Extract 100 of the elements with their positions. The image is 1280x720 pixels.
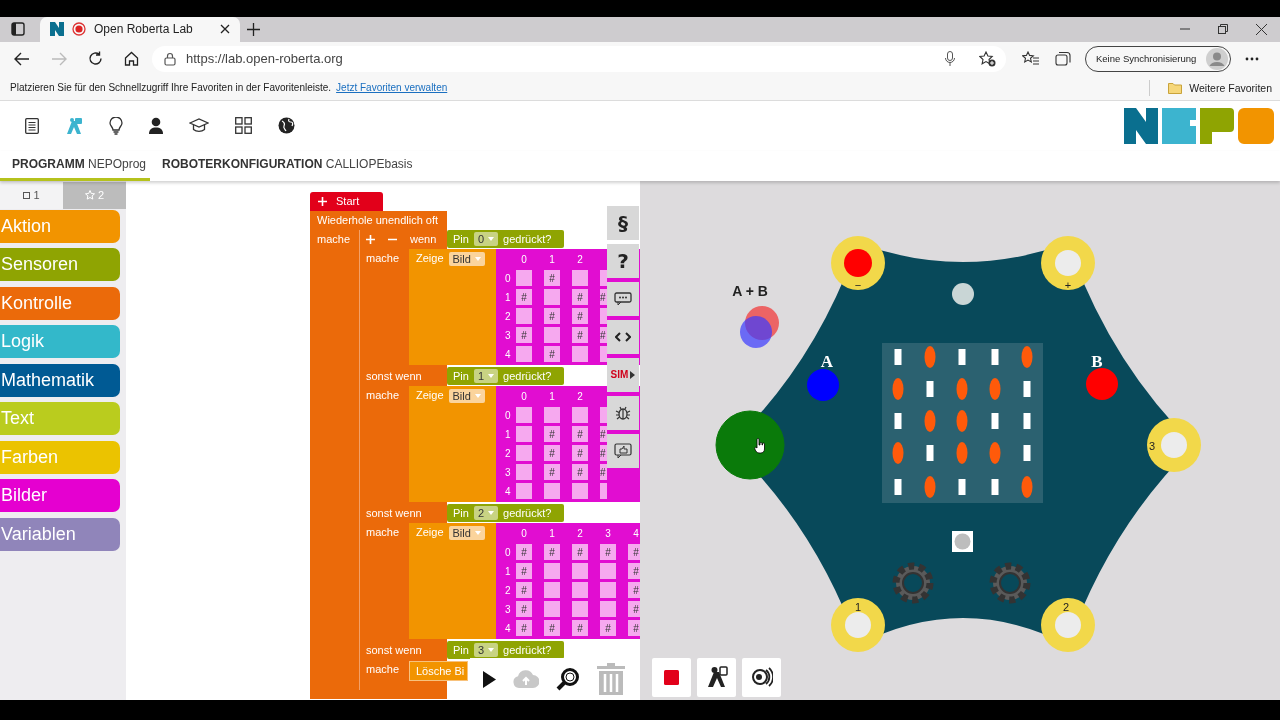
pixel-cell[interactable]: #: [516, 563, 532, 580]
pixel-cell[interactable]: [516, 346, 532, 363]
other-favorites[interactable]: Weitere Favoriten: [1189, 81, 1272, 94]
workspace-tool-button[interactable]: §: [607, 205, 639, 240]
pixel-cell[interactable]: [572, 582, 588, 599]
workspace-tool-button[interactable]: [607, 395, 639, 430]
pixel-cell[interactable]: #: [572, 544, 588, 561]
pin-pressed[interactable]: [715, 410, 785, 480]
restore-icon[interactable]: [1218, 24, 1228, 35]
pixel-cell[interactable]: #: [628, 563, 640, 580]
pixel-cell[interactable]: [544, 582, 560, 599]
pixel-cell[interactable]: [516, 407, 532, 424]
browser-tab[interactable]: Open Roberta Lab: [40, 17, 240, 42]
workspace-tool-button[interactable]: SIM: [607, 357, 639, 392]
pixel-cell[interactable]: [572, 563, 588, 580]
category-block[interactable]: Mathematik: [0, 363, 120, 397]
pixel-cell[interactable]: #: [628, 544, 640, 561]
category-block[interactable]: Bilder: [0, 479, 120, 513]
pixel-cell[interactable]: [600, 308, 607, 325]
pin-sensor-block[interactable]: Pin 2 gedrückt?: [447, 504, 564, 523]
pin-dropdown[interactable]: 2: [473, 506, 499, 521]
grid-icon[interactable]: [235, 117, 252, 135]
sound-button[interactable]: [742, 657, 781, 697]
pixel-cell[interactable]: #: [572, 308, 588, 325]
pixel-cell[interactable]: #: [600, 426, 607, 443]
refresh-icon[interactable]: [88, 51, 103, 67]
pixel-cell[interactable]: [600, 601, 616, 618]
pin-ring[interactable]: [831, 597, 885, 652]
graduation-cap-icon[interactable]: [189, 118, 209, 134]
home-icon[interactable]: [124, 51, 139, 67]
pixel-cell[interactable]: #: [600, 289, 607, 306]
pixel-cell[interactable]: [572, 483, 588, 500]
microphone-icon[interactable]: [945, 50, 955, 67]
show-block[interactable]: Zeige Bild: [409, 385, 496, 502]
search-icon[interactable]: [556, 667, 580, 692]
more-icon[interactable]: [1245, 56, 1259, 61]
pixel-cell[interactable]: #: [572, 327, 588, 344]
pixel-cell[interactable]: #: [544, 620, 560, 637]
close-icon[interactable]: [220, 24, 230, 35]
pixel-cell[interactable]: #: [628, 582, 640, 599]
pin-dropdown[interactable]: 1: [473, 369, 499, 384]
address-bar[interactable]: https://lab.open-roberta.org: [152, 45, 1006, 72]
pin-sensor-block[interactable]: Pin 0 gedrückt?: [447, 230, 564, 249]
pixel-cell[interactable]: #: [600, 544, 616, 561]
pixel-cell[interactable]: [516, 308, 532, 325]
pixel-cell[interactable]: #: [544, 445, 560, 462]
pixel-cell[interactable]: #: [544, 426, 560, 443]
pixel-cell[interactable]: [516, 426, 532, 443]
pixel-cell[interactable]: #: [572, 464, 588, 481]
start-block[interactable]: Start: [310, 191, 383, 211]
person-icon[interactable]: [149, 117, 163, 135]
pixel-cell[interactable]: #: [572, 620, 588, 637]
pixel-cell[interactable]: #: [544, 346, 560, 363]
pixel-cell[interactable]: #: [628, 601, 640, 618]
tab-actions-icon[interactable]: [11, 22, 25, 37]
pin-sensor-block[interactable]: Pin 1 gedrückt?: [447, 367, 564, 386]
pixel-cell[interactable]: [516, 270, 532, 287]
favorites-icon[interactable]: [1022, 51, 1039, 67]
robot-icon[interactable]: [65, 116, 83, 135]
pixel-cell[interactable]: [572, 346, 588, 363]
robot-view-button[interactable]: [697, 657, 736, 697]
pixel-cell[interactable]: #: [516, 327, 532, 344]
pixel-cell[interactable]: #: [544, 308, 560, 325]
workspace-tool-button[interactable]: [607, 319, 639, 354]
pixel-cell[interactable]: #: [628, 620, 640, 637]
show-block[interactable]: Zeige Bild: [409, 248, 496, 365]
show-block[interactable]: Zeige Bild: [409, 522, 496, 639]
globe-icon[interactable]: [278, 117, 295, 135]
pixel-cell[interactable]: [572, 601, 588, 618]
pin-dropdown[interactable]: 3: [473, 643, 499, 658]
pixel-cell[interactable]: #: [516, 582, 532, 599]
pixel-cell[interactable]: #: [572, 426, 588, 443]
level-tab[interactable]: 1: [0, 181, 63, 209]
pin-ring[interactable]: [831, 235, 885, 290]
pixel-cell[interactable]: #: [544, 464, 560, 481]
hardware-button[interactable]: [1086, 367, 1118, 400]
pixel-cell[interactable]: #: [516, 620, 532, 637]
pixel-cell[interactable]: #: [600, 327, 607, 344]
pixel-cell[interactable]: #: [572, 445, 588, 462]
star-plus-icon[interactable]: [979, 50, 996, 67]
pin-ring[interactable]: [1041, 235, 1095, 290]
back-icon[interactable]: [14, 51, 30, 66]
pin-dropdown[interactable]: 0: [473, 232, 499, 247]
pixel-cell[interactable]: #: [516, 544, 532, 561]
pixel-cell[interactable]: [600, 346, 607, 363]
pixel-cell[interactable]: [572, 270, 588, 287]
close-icon[interactable]: [1256, 24, 1267, 35]
plus-icon[interactable]: [318, 196, 327, 206]
pixel-cell[interactable]: #: [544, 544, 560, 561]
pin-sensor-block[interactable]: Pin 3 gedrückt?: [447, 641, 564, 660]
combined-button[interactable]: [740, 305, 779, 348]
pixel-cell[interactable]: [516, 464, 532, 481]
pixel-cell[interactable]: [544, 407, 560, 424]
pixel-cell[interactable]: #: [600, 464, 607, 481]
collections-icon[interactable]: [1055, 51, 1071, 67]
manage-favorites-link[interactable]: Jetzt Favoriten verwalten: [336, 82, 448, 94]
pixel-cell[interactable]: [600, 270, 607, 287]
pixel-cell[interactable]: #: [544, 270, 560, 287]
pixel-cell[interactable]: [516, 445, 532, 462]
image-dropdown[interactable]: Bild: [448, 251, 485, 266]
